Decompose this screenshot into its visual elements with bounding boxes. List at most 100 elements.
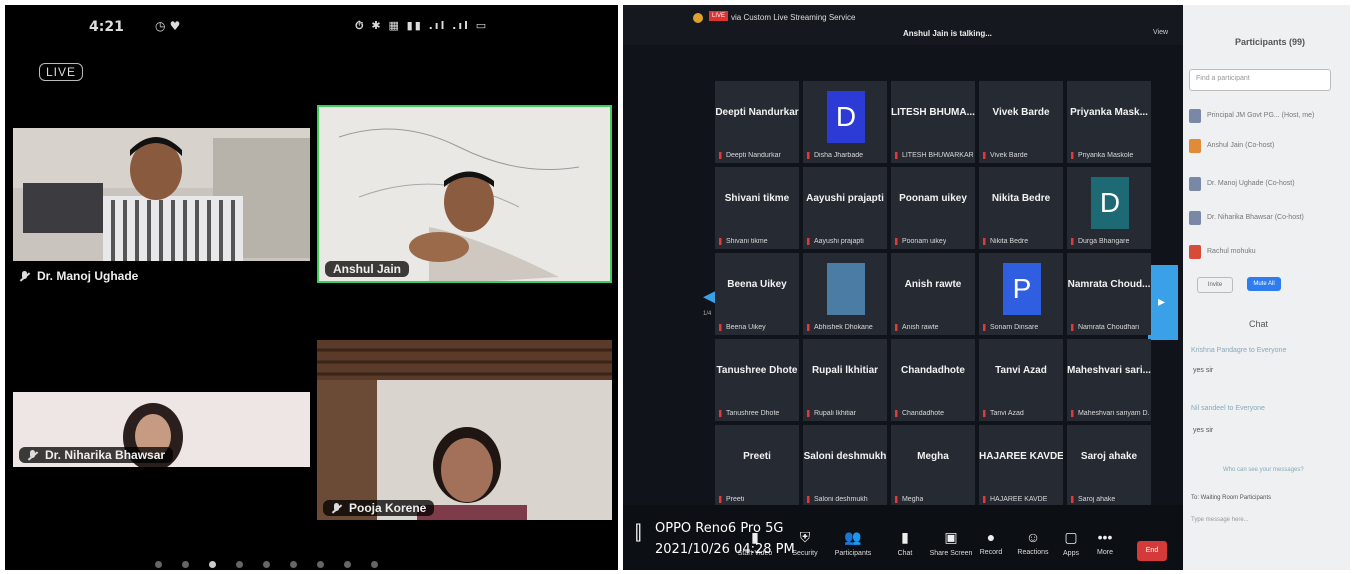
toolbar-button[interactable]: 👥 Participants	[831, 529, 875, 557]
participant-name: Dr. Niharika Bhawsar	[45, 448, 166, 462]
video-tile-manoj[interactable]: Dr. Manoj Ughade	[13, 128, 310, 283]
participant-row[interactable]: Dr. Niharika Bhawsar (Co-host)	[1189, 211, 1339, 229]
page-dots	[155, 561, 378, 568]
participant-tile[interactable]: Abhishek Dhokane	[803, 253, 887, 335]
toolbar-icon: 👥	[844, 529, 862, 545]
toolbar-icon: •••	[1097, 529, 1113, 545]
participant-tile[interactable]: Deepti Nandurkar Deepti Nandurkar	[715, 81, 799, 163]
chat-visibility-link[interactable]: Who can see your messages?	[1223, 467, 1304, 473]
toolbar-button[interactable]: ▮ Chat	[883, 529, 927, 557]
page-indicator: 1/4	[703, 311, 712, 317]
participant-search[interactable]: Find a participant	[1189, 69, 1331, 91]
participant-row[interactable]: Rachul mohuku	[1189, 245, 1339, 263]
participant-name: Poonam uikey	[899, 193, 967, 204]
toolbar-button[interactable]: ▣ Share Screen	[929, 529, 973, 557]
participant-name: Nikita Bedre	[991, 193, 1051, 204]
participant-tile[interactable]: Tanushree Dhote Tanushree Dhote	[715, 339, 799, 421]
tile-name-tag: Dr. Manoj Ughade	[19, 269, 138, 283]
datetime-stamp: 2021/10/26 04:28 PM	[655, 542, 795, 557]
participant-name: Priyanka Mask...	[1070, 107, 1148, 118]
participant-tile[interactable]: Megha Megha	[891, 425, 975, 507]
participant-tile[interactable]: P Sonam Dinsare	[979, 253, 1063, 335]
chat-recipient[interactable]: To: Waiting Room Participants	[1191, 495, 1271, 501]
participant-tile[interactable]: D Durga Bhangare	[1067, 167, 1151, 249]
participant-tile[interactable]: Vivek Barde Vivek Barde	[979, 81, 1063, 163]
status-icons: ⏱ ✱ ▦ ▮▮ .ıl .ıl ▭	[355, 19, 489, 32]
participant-name: Tanushree Dhote	[716, 365, 798, 376]
participant-tile[interactable]: Aayushi prajapti Aayushi prajapti	[803, 167, 887, 249]
toolbar-button[interactable]: ••• More	[1083, 529, 1127, 556]
talking-indicator: Anshul Jain is talking...	[903, 29, 992, 38]
video-tile-niharika[interactable]: Dr. Niharika Bhawsar	[13, 392, 310, 467]
participant-tile[interactable]: Shivani tikme Shivani tikme	[715, 167, 799, 249]
participant-tile[interactable]: Preeti Preeti	[715, 425, 799, 507]
participant-tile[interactable]: D Disha Jharbade	[803, 81, 887, 163]
participant-tile[interactable]: Poonam uikey Poonam uikey	[891, 167, 975, 249]
participant-tile[interactable]: Namrata Choud... Namrata Choudhari	[1067, 253, 1151, 335]
participant-name: Rupali lkhitiar	[811, 365, 879, 376]
participant-label: Poonam uikey	[895, 238, 946, 245]
avatar: D	[1091, 177, 1129, 229]
video-tile-pooja[interactable]: Pooja Korene	[317, 340, 612, 520]
participant-label: Nikita Bedre	[983, 238, 1028, 245]
participant-label: Chandadhote	[895, 410, 944, 417]
participant-label: Namrata Choudhari	[1071, 324, 1139, 331]
toolbar-icon: ●	[986, 529, 996, 545]
shield-icon	[693, 13, 703, 23]
participant-tile[interactable]: Chandadhote Chandadhote	[891, 339, 975, 421]
participant-tile[interactable]: Saroj ahake Saroj ahake	[1067, 425, 1151, 507]
participant-tile[interactable]: Nikita Bedre Nikita Bedre	[979, 167, 1063, 249]
participant-tile[interactable]: Anish rawte Anish rawte	[891, 253, 975, 335]
participant-tile[interactable]: Tanvi Azad Tanvi Azad	[979, 339, 1063, 421]
zoom-meeting-photo: LIVE via Custom Live Streaming Service A…	[623, 5, 1350, 570]
streaming-title[interactable]: via Custom Live Streaming Service	[731, 13, 856, 22]
participant-tile[interactable]: Rupali lkhitiar Rupali lkhitiar	[803, 339, 887, 421]
participant-label: Deepti Nandurkar	[719, 152, 781, 159]
mute-all-button[interactable]: Mute All	[1247, 277, 1281, 291]
avatar	[1189, 177, 1201, 191]
participant-tile[interactable]: Saloni deshmukh Saloni deshmukh	[803, 425, 887, 507]
participant-grid: Deepti Nandurkar Deepti Nandurkar D Disha J…	[715, 81, 1155, 521]
participant-label: Shivani tikme	[719, 238, 768, 245]
participant-name: Tanvi Azad	[995, 365, 1047, 376]
chat-input[interactable]: Type message here...	[1191, 517, 1249, 523]
meeting-toolbar: End ▮ Start Video ⛨ Security 👥 Participants ▮ C…	[623, 505, 1183, 570]
participant-name: Saloni deshmukh	[803, 451, 887, 462]
participant-name: Chandadhote	[901, 365, 965, 376]
participant-tile[interactable]: Maheshvari sari... Maheshvari sariyam D..…	[1067, 339, 1151, 421]
zoom-top-bar: LIVE via Custom Live Streaming Service A…	[623, 5, 1183, 45]
participant-row[interactable]: Dr. Manoj Ughade (Co-host)	[1189, 177, 1339, 195]
live-badge: LIVE	[39, 63, 84, 81]
search-placeholder: Find a participant	[1196, 75, 1250, 82]
participant-label: Rupali lkhitiar	[807, 410, 856, 417]
avatar	[1189, 211, 1201, 225]
participant-tile[interactable]: HAJAREE KAVDE HAJAREE KAVDE	[979, 425, 1063, 507]
view-button[interactable]: View	[1153, 29, 1168, 36]
participant-label: Vivek Barde	[983, 152, 1028, 159]
toolbar-label: Chat	[897, 550, 913, 557]
avatar: D	[827, 91, 865, 143]
end-button[interactable]: End	[1137, 541, 1167, 561]
camera-icon: ⫿	[635, 520, 642, 544]
participant-tile[interactable]: Beena Uikey Beena Uikey	[715, 253, 799, 335]
participant-row[interactable]: Principal JM Govt PG... (Host, me)	[1189, 109, 1339, 127]
mic-muted-icon	[331, 503, 343, 513]
participant-row[interactable]: Anshul Jain (Co-host)	[1189, 139, 1339, 157]
participant-name: Beena Uikey	[727, 279, 787, 290]
participant-label: Aayushi prajapti	[807, 238, 864, 245]
participant-label: Durga Bhangare	[1071, 238, 1129, 245]
participant-tile[interactable]: LITESH BHUMA... LITESH BHUWARKAR	[891, 81, 975, 163]
participant-tile[interactable]: Priyanka Mask... Priyanka Maskole	[1067, 81, 1151, 163]
invite-button[interactable]: Invite	[1197, 277, 1233, 293]
avatar	[1189, 245, 1201, 259]
participant-label: Sonam Dinsare	[983, 324, 1038, 331]
toolbar-button[interactable]: ● Record	[969, 529, 1013, 556]
live-indicator: LIVE	[709, 11, 729, 21]
chat-title: Chat	[1249, 319, 1269, 329]
chat-message: yes sir	[1193, 367, 1214, 374]
video-tile-anshul[interactable]: Anshul Jain	[317, 105, 612, 283]
mic-muted-icon	[19, 271, 31, 281]
phone-screenshot: 4:21 ◷ ♥ ⏱ ✱ ▦ ▮▮ .ıl .ıl ▭ LIVE Dr. Man…	[5, 5, 618, 570]
participant-name: Vivek Barde	[992, 107, 1050, 118]
participant-name: Dr. Manoj Ughade	[37, 269, 139, 283]
